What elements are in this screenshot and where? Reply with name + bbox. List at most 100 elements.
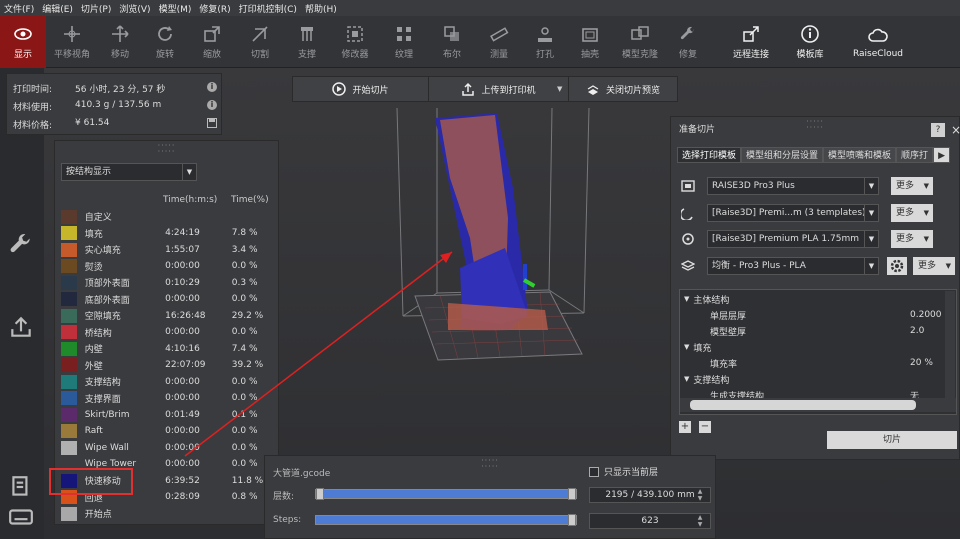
legend-time: 0:00:00 (165, 442, 200, 453)
toolbar-button[interactable]: 切割 (236, 16, 284, 68)
menu-item[interactable]: 文件(F) (4, 2, 34, 15)
more-button[interactable]: 更多 ▼ (913, 256, 955, 275)
legend-row[interactable]: 自定义 (61, 209, 271, 224)
legend-row[interactable]: Wipe Wall 0:00:00 0.0 % (61, 440, 271, 455)
help-button[interactable]: ? (931, 123, 945, 137)
toolbar-button[interactable]: 布尔 (428, 16, 476, 68)
wrench-icon[interactable] (8, 232, 34, 258)
layers-label: 层数: (273, 492, 295, 502)
legend-row[interactable]: 支撑界面 0:00:00 0.0 % (61, 391, 271, 406)
upload-dropdown-icon[interactable]: ▼ (557, 85, 562, 93)
more-button[interactable]: 更多 ▼ (891, 177, 933, 195)
gcode-editor-icon[interactable] (8, 474, 34, 500)
legend-row[interactable]: 底部外表面 0:00:00 0.0 % (61, 292, 271, 307)
toolbar-button[interactable]: 远程连接 (722, 16, 780, 68)
legend-row[interactable]: 实心填充 1:55:07 3.4 % (61, 242, 271, 257)
legend-name: Wipe Wall (84, 442, 129, 453)
toolbar-button[interactable]: 修复 (660, 16, 716, 68)
info-icon[interactable]: i (207, 100, 217, 110)
horizontal-scrollbar[interactable] (690, 400, 916, 410)
layers-slider-end-handle[interactable] (568, 488, 576, 500)
tab-next-button[interactable]: ▶ (933, 147, 950, 163)
toolbar-button[interactable]: 支撑 (284, 16, 330, 68)
upload-icon[interactable] (8, 314, 34, 340)
menu-item[interactable]: 编辑(E) (42, 2, 73, 15)
menu-item[interactable]: 模型(M) (159, 2, 192, 15)
template-select[interactable]: RAISE3D Pro3 Plus ▼ (707, 177, 879, 195)
close-button[interactable]: × (949, 123, 960, 137)
settings-section[interactable]: ▼ 填充 (680, 339, 942, 355)
toolbar-button[interactable]: 打孔 (522, 16, 568, 68)
toolbar-button[interactable]: 测量 (476, 16, 522, 68)
show-current-layer-checkbox[interactable]: 只显示当前层 (589, 465, 658, 478)
menu-item[interactable]: 帮助(H) (305, 2, 337, 15)
settings-section[interactable]: ▼ 主体结构 (680, 291, 942, 307)
legend-row[interactable]: 外壁 22:07:09 39.2 % (61, 358, 271, 373)
toolbar-button[interactable]: 修改器 (330, 16, 380, 68)
toolbar-button[interactable]: RaiseCloud (840, 16, 916, 68)
toolbar-button[interactable]: 平移视角 (46, 16, 98, 68)
layers-spinner-icon[interactable]: ▲ ▼ (693, 488, 707, 502)
vertical-scrollbar[interactable] (945, 291, 955, 399)
legend-row[interactable]: 熨烫 0:00:00 0.0 % (61, 259, 271, 274)
remove-template-button[interactable]: − (699, 421, 711, 433)
keyboard-icon[interactable] (8, 504, 34, 530)
legend-row[interactable]: 空隙填充 16:26:48 29.2 % (61, 308, 271, 323)
steps-slider-handle[interactable] (568, 514, 576, 526)
settings-item[interactable]: 模型壁厚 2.0 (680, 323, 942, 339)
legend-row[interactable]: 顶部外表面 0:10:29 0.3 % (61, 275, 271, 290)
toolbar-button[interactable]: 移动 (98, 16, 142, 68)
menu-item[interactable]: 修复(R) (199, 2, 230, 15)
template-select[interactable]: [Raise3D] Premium PLA 1.75mm ▼ (707, 230, 879, 248)
gear-icon[interactable] (887, 256, 907, 275)
steps-spinner-icon[interactable]: ▲ ▼ (693, 514, 707, 528)
legend-swatch (61, 407, 77, 422)
legend-row[interactable]: 开始点 (61, 506, 271, 521)
legend-row[interactable]: 支撑结构 0:00:00 0.0 % (61, 374, 271, 389)
toolbar-button[interactable]: 抽壳 (568, 16, 612, 68)
panel-title: 准备切片 (679, 125, 716, 135)
panel-tab[interactable]: 模型喷嘴和模板 (823, 147, 897, 163)
template-select[interactable]: 均衡 - Pro3 Plus - PLA ▼ (707, 256, 879, 275)
menu-item[interactable]: 切片(P) (81, 2, 111, 15)
legend-row[interactable]: 内壁 4:10:16 7.4 % (61, 341, 271, 356)
toolbar-button[interactable]: 旋转 (142, 16, 188, 68)
info-icon[interactable]: i (207, 82, 217, 92)
settings-item[interactable]: 填充率 20 % (680, 355, 942, 371)
panel-tab[interactable]: 顺序打 (896, 147, 934, 163)
toolbar-button[interactable]: 模板库 (786, 16, 834, 68)
template-select-value: [Raise3D] Premi...m (3 templates) (712, 207, 866, 218)
legend-row[interactable]: 桥结构 0:00:00 0.0 % (61, 325, 271, 340)
drag-handle-icon[interactable]: ····· ····· (481, 457, 499, 471)
template-select[interactable]: [Raise3D] Premi...m (3 templates) ▼ (707, 203, 879, 222)
legend-row[interactable]: 填充 4:24:19 7.8 % (61, 226, 271, 241)
settings-item[interactable]: 单层层厚 0.2000 mm (680, 307, 942, 323)
save-icon[interactable] (207, 118, 217, 128)
toolbar-button[interactable]: 缩放 (188, 16, 236, 68)
more-button[interactable]: 更多 ▼ (891, 203, 933, 222)
steps-slider[interactable] (315, 514, 577, 526)
panel-tab[interactable]: 模型组和分层设置 (741, 147, 824, 163)
close-slice-preview-button[interactable]: 关闭切片预览 (569, 77, 677, 101)
toolbar-button[interactable]: 纹理 (380, 16, 428, 68)
menu-item[interactable]: 浏览(V) (119, 2, 150, 15)
drag-handle-icon[interactable]: ····· ····· (158, 142, 176, 156)
legend-row[interactable]: Skirt/Brim 0:01:49 0.1 % (61, 407, 271, 422)
upload-icon (462, 82, 475, 96)
play-icon (332, 82, 347, 96)
layers-slider-start-handle[interactable] (316, 488, 324, 500)
settings-section[interactable]: ▼ 支撑结构 (680, 371, 942, 387)
slice-button[interactable]: 切片 (827, 431, 957, 449)
layers-slider[interactable] (315, 488, 577, 500)
panel-tab[interactable]: 选择打印模板 (677, 147, 742, 163)
legend-name: 内壁 (84, 345, 103, 355)
more-button[interactable]: 更多 ▼ (891, 230, 933, 248)
add-template-button[interactable]: + (679, 421, 691, 433)
menu-item[interactable]: 打印机控制(C) (239, 2, 297, 15)
display-mode-select[interactable]: 按结构显示 ▼ (61, 163, 197, 181)
start-slice-button[interactable]: 开始切片 (293, 77, 429, 101)
legend-percent: 0.0 % (231, 327, 258, 337)
upload-to-printer-button[interactable]: 上传到打印机 (429, 77, 569, 101)
toolbar-button[interactable]: 显示 (0, 16, 46, 68)
legend-row[interactable]: Raft 0:00:00 0.0 % (61, 424, 271, 439)
